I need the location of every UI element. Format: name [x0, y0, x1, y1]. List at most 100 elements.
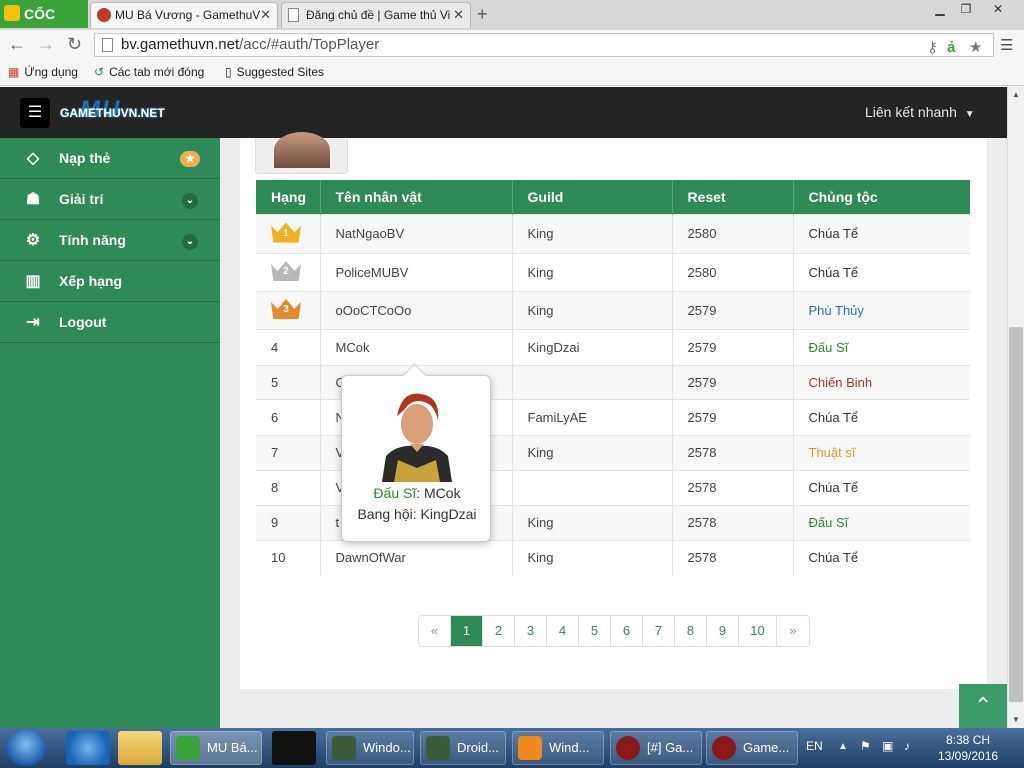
taskbar-item-coccoc[interactable]: MU Bá...: [170, 731, 262, 765]
browser-tab[interactable]: Đăng chủ đề | Game thủ Vi ✕: [281, 2, 471, 28]
star-icon[interactable]: ★: [969, 37, 982, 59]
character-tooltip: Đấu Sĩ: MCok Bang hội: KingDzai: [341, 375, 491, 542]
taskbar-item-droid[interactable]: Droid...: [420, 731, 506, 765]
sidebar-item-tinh-nang[interactable]: ⚙ Tính năng ⌄: [0, 220, 220, 261]
tab-title: MU Bá Vương - GamethuV: [115, 8, 261, 22]
cell-rank: 2: [256, 252, 321, 291]
page-scrollbar[interactable]: ▲ ▼: [1007, 87, 1024, 728]
pagination-page[interactable]: 4: [547, 616, 579, 646]
sidebar-item-logout[interactable]: ⇥ Logout: [0, 302, 220, 343]
cell-guild: [512, 364, 673, 399]
history-icon: ↺: [94, 65, 105, 79]
sidebar-item-label: Xếp hạng: [59, 273, 123, 289]
back-to-top-button[interactable]: ⌃: [959, 684, 1007, 728]
bookmark-recent-tabs[interactable]: ↺ Các tab mới đóng: [94, 65, 204, 79]
mu-game-icon[interactable]: [272, 731, 316, 765]
pagination-page[interactable]: 6: [611, 616, 643, 646]
tray-arrow-icon[interactable]: ▲: [838, 741, 848, 752]
cell-race: Phù Thủy: [793, 290, 970, 329]
bookmarks-bar: ▦ Ứng dụng ↺ Các tab mới đóng ▯ Suggested S…: [0, 60, 1024, 86]
cell-name[interactable]: NatNgaoBV: [320, 213, 513, 253]
chevron-down-icon[interactable]: ⌄: [182, 234, 198, 250]
coccoc-logo[interactable]: CỐC CỐC: [0, 0, 88, 50]
file-explorer-icon[interactable]: [118, 731, 162, 765]
clock-time[interactable]: 8:38 CH: [946, 733, 990, 747]
scroll-up-icon[interactable]: ▲: [1008, 87, 1024, 103]
table-row[interactable]: 1 NatNgaoBV King 2580 Chúa Tể: [256, 213, 970, 253]
table-row[interactable]: 3 oOoCTCoOo King 2579 Phù Thủy: [256, 290, 970, 329]
pagination-page[interactable]: 3: [515, 616, 547, 646]
sidebar-item-xep-hang[interactable]: ▥ Xếp hạng: [0, 261, 220, 302]
key-icon[interactable]: ⚷: [927, 37, 938, 59]
table-row[interactable]: 10 DawnOfWar King 2578 Chúa Tể: [256, 539, 970, 575]
table-row[interactable]: 2 PoliceMUBV King 2580 Chúa Tể: [256, 252, 970, 291]
bookmark-apps[interactable]: ▦ Ứng dụng: [8, 65, 78, 79]
restore-icon[interactable]: ❐: [952, 0, 980, 18]
internet-explorer-icon[interactable]: [66, 731, 110, 765]
minimize-icon[interactable]: ▁: [926, 0, 954, 18]
taskbar-item-media[interactable]: Wind...: [512, 731, 604, 765]
close-tab-icon[interactable]: ✕: [453, 3, 464, 27]
clock-date[interactable]: 13/09/2016: [938, 749, 998, 763]
back-icon[interactable]: ←: [8, 34, 26, 55]
table-row[interactable]: 4 MCok KingDzai 2579 Đấu Sĩ: [256, 328, 970, 365]
url-domain: bv.gamethuvn.net: [121, 36, 240, 53]
pagination-page[interactable]: 2: [483, 616, 515, 646]
col-guild[interactable]: Guild: [512, 180, 673, 214]
cell-race: Chiến Binh: [793, 364, 970, 399]
col-race[interactable]: Chủng tộc: [793, 180, 970, 214]
cell-reset: 2578: [672, 469, 794, 505]
cell-name[interactable]: DawnOfWar: [320, 539, 513, 575]
bookmark-suggested[interactable]: ▯ Suggested Sites: [225, 65, 324, 79]
pagination-next[interactable]: »: [777, 616, 809, 646]
network-icon[interactable]: ▣: [882, 739, 893, 753]
cell-name[interactable]: PoliceMUBV: [320, 252, 513, 291]
taskbar-item-game2[interactable]: Game...: [706, 731, 798, 765]
gears-icon: ⚙: [25, 232, 41, 249]
browser-menu-icon[interactable]: ☰: [1000, 36, 1013, 54]
forward-icon[interactable]: →: [37, 34, 55, 55]
site-logo[interactable]: MU GAMETHUVN.NET: [60, 96, 178, 123]
close-tab-icon[interactable]: ✕: [260, 3, 271, 27]
sidebar-item-nap-the[interactable]: ◇ Nạp thẻ ★: [0, 138, 220, 179]
cell-rank: 1: [256, 213, 321, 253]
taskbar-item-game1[interactable]: [#] Ga...: [610, 731, 702, 765]
browser-tab-active[interactable]: MU Bá Vương - GamethuV ✕: [90, 2, 278, 28]
col-name[interactable]: Tên nhân vật: [320, 180, 513, 214]
scroll-thumb[interactable]: [1009, 327, 1023, 702]
quicklink-dropdown[interactable]: Liên kết nhanh ▼: [865, 104, 975, 120]
cell-race: Chúa Tể: [793, 213, 970, 253]
cell-name[interactable]: oOoCTCoOo: [320, 290, 513, 329]
col-reset[interactable]: Reset: [672, 180, 794, 214]
scroll-down-icon[interactable]: ▼: [1008, 712, 1024, 728]
crown-rank-number: 2: [283, 266, 289, 277]
close-window-icon[interactable]: ✕: [984, 0, 1012, 18]
language-indicator[interactable]: EN: [806, 739, 823, 753]
cell-guild: King: [512, 213, 673, 253]
vietnamese-input-icon[interactable]: ả: [947, 37, 955, 59]
reload-icon[interactable]: ↻: [67, 34, 82, 55]
taskbar-item-windows[interactable]: Windo...: [326, 731, 414, 765]
cell-race: Thuật sĩ: [793, 434, 970, 470]
pagination-page[interactable]: 5: [579, 616, 611, 646]
chevron-down-icon[interactable]: ⌄: [182, 193, 198, 209]
start-button-icon[interactable]: [6, 730, 46, 766]
cell-reset: 2579: [672, 290, 794, 329]
pagination-page[interactable]: 7: [643, 616, 675, 646]
col-rank[interactable]: Hạng: [256, 180, 321, 214]
hamburger-menu-icon[interactable]: ☰: [20, 98, 50, 128]
cell-name[interactable]: MCok: [320, 328, 513, 365]
url-input[interactable]: bv.gamethuvn.net/acc/#auth/TopPlayer ⚷ ả…: [94, 33, 994, 57]
star-badge-icon: ★: [180, 151, 200, 167]
pagination-page[interactable]: 8: [675, 616, 707, 646]
flag-icon[interactable]: ⚑: [860, 739, 871, 753]
pagination-page[interactable]: 10: [739, 616, 777, 646]
pagination-page[interactable]: 9: [707, 616, 739, 646]
pagination-prev[interactable]: «: [419, 616, 451, 646]
new-tab-icon[interactable]: +: [477, 4, 488, 25]
sidebar-item-giai-tri[interactable]: ☗ Giải trí ⌄: [0, 179, 220, 220]
sidebar-item-label: Nạp thẻ: [59, 150, 111, 166]
volume-icon[interactable]: ♪: [904, 739, 910, 753]
bookmark-label: Ứng dụng: [24, 65, 78, 79]
pagination-page[interactable]: 1: [451, 616, 483, 646]
